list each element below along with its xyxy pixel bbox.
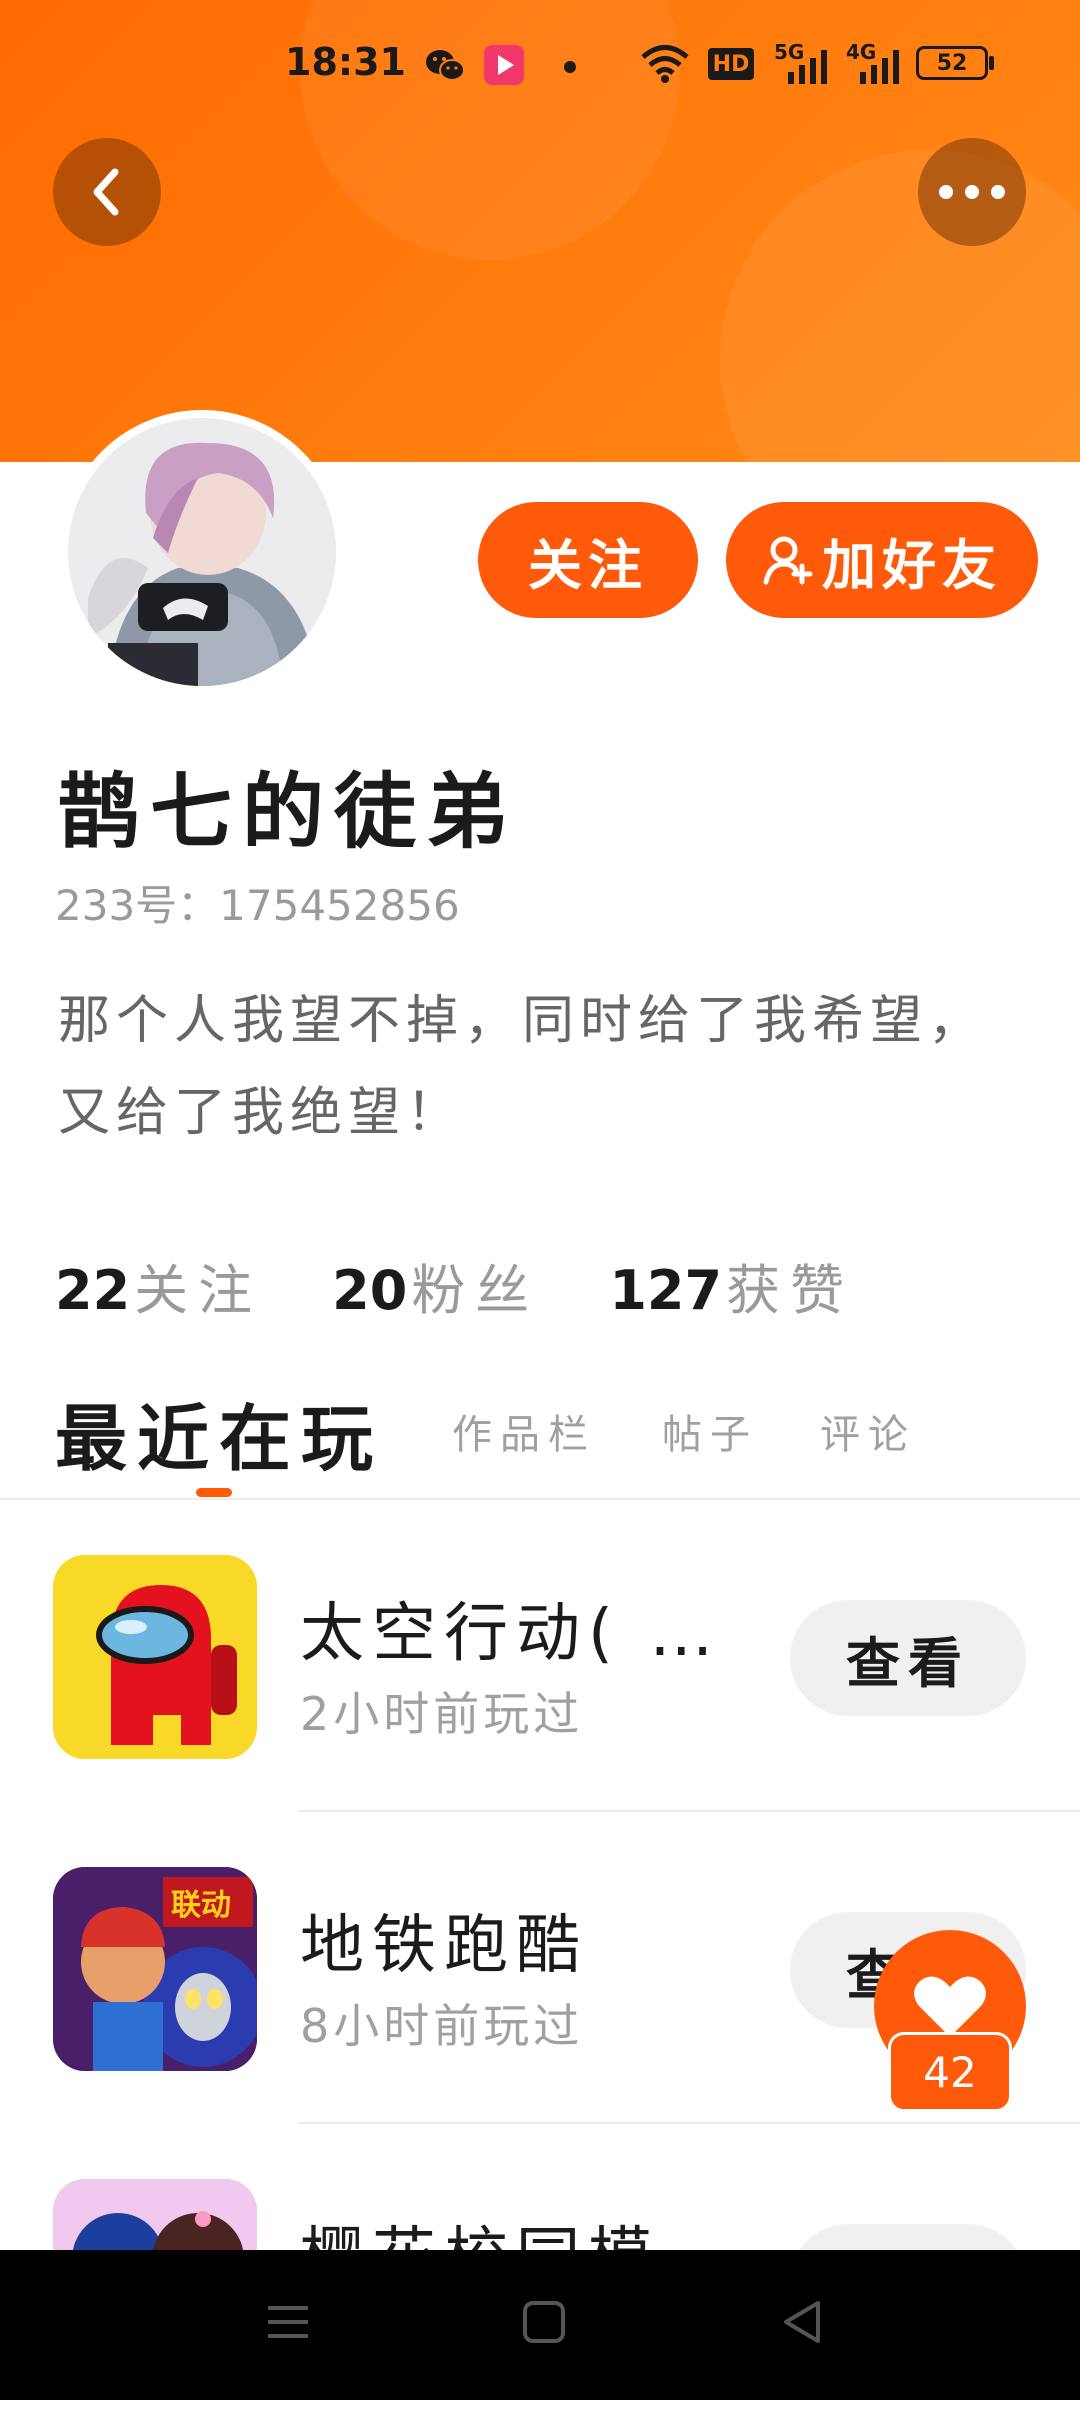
hd-voice-icon: HD — [708, 48, 754, 80]
tab-works[interactable]: 作品栏 — [452, 1402, 596, 1460]
tab-posts[interactable]: 帖子 — [662, 1402, 758, 1460]
banner-decoration — [300, 0, 680, 260]
view-button[interactable]: 查看 — [790, 1600, 1026, 1716]
video-app-icon — [484, 45, 524, 85]
banner-decoration — [720, 150, 1080, 462]
battery-tip — [989, 56, 994, 70]
game-title: 太空行动( … — [300, 1597, 722, 1671]
menu-icon[interactable] — [266, 2298, 310, 2346]
avatar[interactable] — [60, 410, 344, 694]
wechat-icon — [426, 50, 465, 81]
profile-tabs: 最近在玩 作品栏 帖子 评论 — [0, 1372, 1080, 1500]
tab-recently-played[interactable]: 最近在玩 — [55, 1380, 383, 1485]
stat-number: 127 — [609, 1259, 723, 1322]
battery-icon: 52 — [916, 46, 988, 80]
signal-4g-icon: 4G — [846, 40, 904, 84]
status-time: 18:31 — [285, 40, 406, 84]
stat-likes[interactable]: 127获赞 — [609, 1246, 854, 1325]
game-title: 地铁跑酷 — [300, 1909, 588, 1983]
follow-button[interactable]: 关注 — [478, 502, 698, 618]
status-bar: 18:31 HD 5G 4G 52 — [0, 40, 1080, 96]
list-item[interactable]: 太空行动( … 2小时前玩过 查看 — [0, 1500, 1080, 1812]
profile-bio: 那个人我望不掉，同时给了我希望，又给了我绝望！ — [58, 991, 987, 1143]
heart-icon — [914, 1976, 986, 2037]
profile-stats: 22关注 20粉丝 127获赞 — [55, 1246, 924, 1325]
stat-label: 获赞 — [726, 1259, 855, 1322]
like-count-badge: 42 — [888, 2032, 1012, 2112]
profile-name: 鹊七的徒弟 — [58, 765, 519, 860]
add-friend-button[interactable]: 加好友 — [726, 502, 1038, 618]
wifi-icon — [641, 45, 689, 83]
back-button[interactable] — [53, 138, 161, 246]
svg-text:联动: 联动 — [171, 1888, 231, 1923]
more-horizontal-icon — [939, 185, 1005, 199]
system-nav-bar — [0, 2250, 1080, 2400]
battery-level: 52 — [936, 50, 968, 76]
avatar-image — [68, 418, 336, 686]
stat-label: 粉丝 — [411, 1259, 540, 1322]
add-friend-label: 加好友 — [822, 533, 1002, 597]
stat-fans[interactable]: 20粉丝 — [332, 1246, 539, 1325]
add-user-icon — [763, 536, 813, 585]
profile-header-banner: 18:31 HD 5G 4G 52 — [0, 0, 1080, 462]
profile-uid: 233号：175452856 — [55, 881, 460, 930]
tab-indicator — [196, 1488, 232, 1497]
back-nav-icon[interactable] — [780, 2298, 824, 2346]
stat-number: 20 — [332, 1259, 408, 1322]
tab-comments[interactable]: 评论 — [820, 1402, 916, 1460]
stat-following[interactable]: 22关注 — [55, 1246, 262, 1325]
notification-dot-icon — [564, 61, 576, 73]
more-options-button[interactable] — [918, 138, 1026, 246]
chevron-left-icon — [93, 168, 119, 216]
game-last-played: 2小时前玩过 — [300, 1687, 584, 1741]
stat-label: 关注 — [134, 1259, 263, 1322]
signal-5g-icon: 5G — [774, 40, 832, 84]
stat-number: 22 — [55, 1259, 131, 1322]
game-icon-space-action — [53, 1555, 257, 1759]
home-icon[interactable] — [522, 2298, 566, 2346]
game-last-played: 8小时前玩过 — [300, 1999, 584, 2053]
game-icon-subway-surfers: 联动 — [53, 1867, 257, 2071]
follow-label: 关注 — [528, 533, 648, 597]
